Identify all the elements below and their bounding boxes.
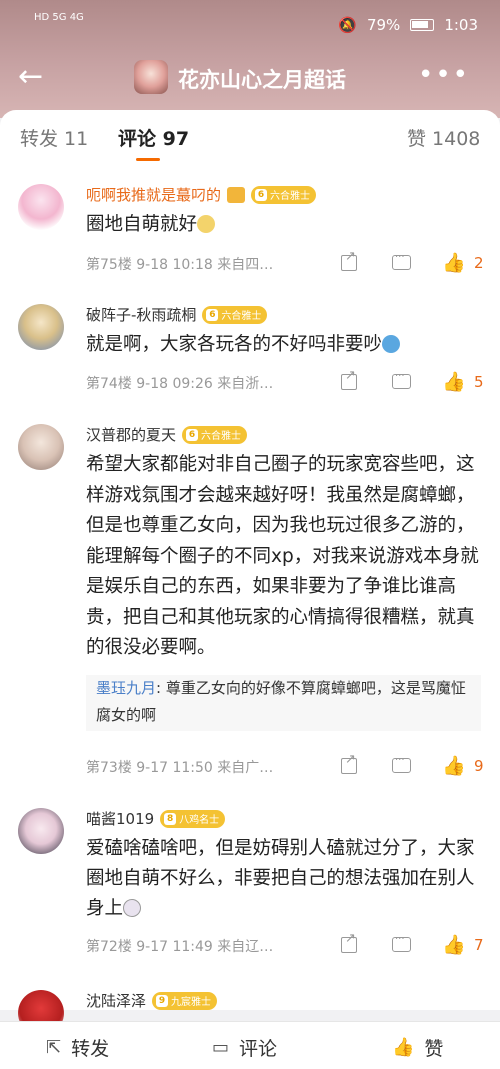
badge-level: 9 <box>156 994 169 1007</box>
comment-button[interactable]: ▭ 评论 <box>212 1034 277 1061</box>
emoji-icon <box>197 215 216 233</box>
comment-text: 希望大家都能对非自己圈子的玩家宽容些吧，这样游戏氛围才会越来越好呀！我虽然是腐蟑… <box>86 454 479 658</box>
repost-label: 转发 <box>71 1038 110 1060</box>
comment-text: 就是啊，大家各玩各的不好吗非要吵 <box>86 330 481 360</box>
top-bar: ← 花亦山心之月超话 ••• <box>0 50 500 106</box>
comment-body: 爱磕啥磕啥吧，但是妨碍别人磕就过分了，大家圈地自萌不好么，非要把自己的想法强加在… <box>86 838 475 919</box>
rank-badge[interactable]: 9 九宸雅士 <box>152 991 218 1010</box>
share-icon[interactable] <box>338 249 360 274</box>
floor-time-source: 第74楼 9-18 09:26 来自浙… <box>86 376 274 392</box>
username[interactable]: 喵酱1019 <box>86 808 154 829</box>
comment-label: 评论 <box>239 1038 278 1060</box>
reply-icon[interactable] <box>390 934 412 956</box>
tab-bar: 转发 11 评论 97 赞 1408 <box>0 124 500 164</box>
reply-icon[interactable] <box>390 371 412 393</box>
header: HD 5G 4G 🔕 79% 1:03 ← 花亦山心之月超话 ••• <box>0 0 500 118</box>
avatar[interactable] <box>18 808 64 854</box>
topic-avatar[interactable] <box>134 60 168 94</box>
badge-label: 六合雅士 <box>221 311 262 322</box>
mute-icon: 🔕 <box>338 16 357 34</box>
reply-icon[interactable] <box>390 755 412 777</box>
rank-badge[interactable]: 8 八鸡名士 <box>160 809 226 828</box>
like-count: 5 <box>474 373 484 391</box>
share-icon: ⇱ <box>46 1037 62 1058</box>
more-options-icon[interactable]: ••• <box>418 60 470 90</box>
rank-badge[interactable]: 6 六合雅士 <box>182 425 248 444</box>
emoji-icon <box>123 899 142 917</box>
like-count: 2 <box>474 254 484 272</box>
tab-likes[interactable]: 赞 1408 <box>407 124 480 151</box>
like-count: 7 <box>474 936 484 954</box>
avatar[interactable] <box>18 424 64 470</box>
like-icon[interactable]: 👍 <box>442 755 466 777</box>
share-icon[interactable] <box>338 752 360 777</box>
comment-body: 圈地自萌就好 <box>86 214 198 235</box>
like-icon: 👍 <box>392 1037 415 1058</box>
page-title: 花亦山心之月超话 <box>178 68 346 92</box>
badge-label: 八鸡名士 <box>179 815 220 826</box>
rank-badge[interactable]: 6 六合雅士 <box>202 305 268 324</box>
badge-label: 六合雅士 <box>270 191 311 202</box>
badge-level: 8 <box>164 812 177 825</box>
comment-meta: 第75楼 9-18 10:18 来自四… 👍 2 <box>86 249 496 276</box>
sub-reply[interactable]: 墨珏九月: 尊重乙女向的好像不算腐蟑螂吧，这是骂魔怔腐女的啊 <box>86 675 481 731</box>
comments-panel: 转发 11 评论 97 赞 1408 呃啊我推就是蕞叼的 6 六合雅士 圈地自萌就… <box>0 110 500 1036</box>
comment-meta: 第74楼 9-18 09:26 来自浙… 👍 5 <box>86 368 496 395</box>
bottom-action-bar: ⇱ 转发 ▭ 评论 👍 赞 <box>0 1021 500 1069</box>
badge-label: 六合雅士 <box>201 431 242 442</box>
reply-icon[interactable] <box>390 252 412 274</box>
floor-time-source: 第75楼 9-18 10:18 来自四… <box>86 257 274 273</box>
repost-button[interactable]: ⇱ 转发 <box>46 1034 109 1061</box>
avatar[interactable] <box>18 304 64 350</box>
comment-text: 爱磕啥磕啥吧，但是妨碍别人磕就过分了，大家圈地自萌不好么，非要把自己的想法强加在… <box>86 834 481 924</box>
like-icon[interactable]: 👍 <box>442 934 466 956</box>
floor-time-source: 第73楼 9-17 11:50 来自广… <box>86 760 274 776</box>
username[interactable]: 破阵子-秋雨疏桐 <box>86 304 196 325</box>
badge-level: 6 <box>206 308 219 321</box>
rank-badge[interactable]: 6 六合雅士 <box>251 185 317 204</box>
crown-icon <box>227 186 246 203</box>
badge-label: 九宸雅士 <box>171 997 212 1008</box>
like-count: 9 <box>474 757 484 775</box>
share-icon[interactable] <box>338 368 360 393</box>
username[interactable]: 呃啊我推就是蕞叼的 <box>86 184 221 205</box>
battery-icon <box>410 19 435 31</box>
battery-percent: 79% <box>366 16 401 34</box>
comment-text: 圈地自萌就好 <box>86 210 481 240</box>
badge-level: 6 <box>186 428 199 441</box>
share-icon[interactable] <box>338 931 360 956</box>
status-bar: HD 5G 4G 🔕 79% 1:03 <box>0 0 500 40</box>
like-label: 赞 <box>424 1038 444 1060</box>
comment-meta: 第73楼 9-17 11:50 来自广… 👍 9 <box>86 752 496 779</box>
avatar[interactable] <box>18 184 64 230</box>
floor-time-source: 第72楼 9-17 11:49 来自辽… <box>86 939 274 955</box>
comment-body: 就是啊，大家各玩各的不好吗非要吵 <box>86 334 383 355</box>
comment-icon: ▭ <box>212 1037 230 1058</box>
emoji-icon <box>382 335 401 353</box>
like-icon[interactable]: 👍 <box>442 252 466 274</box>
like-button[interactable]: 👍 赞 <box>392 1034 443 1061</box>
reply-username[interactable]: 墨珏九月 <box>96 679 156 697</box>
back-arrow-icon[interactable]: ← <box>18 62 52 92</box>
badge-level: 6 <box>255 188 268 201</box>
clock: 1:03 <box>444 16 478 34</box>
tab-comments[interactable]: 评论 97 <box>118 124 189 151</box>
username[interactable]: 沈陆泽泽 <box>86 990 146 1011</box>
tab-repost[interactable]: 转发 11 <box>20 124 88 151</box>
tab-active-indicator <box>136 158 160 161</box>
like-icon[interactable]: 👍 <box>442 371 466 393</box>
signal-indicators: HD 5G 4G <box>34 12 84 23</box>
comment-meta: 第72楼 9-17 11:49 来自辽… 👍 7 <box>86 931 496 958</box>
username[interactable]: 汉普郡的夏天 <box>86 424 176 445</box>
